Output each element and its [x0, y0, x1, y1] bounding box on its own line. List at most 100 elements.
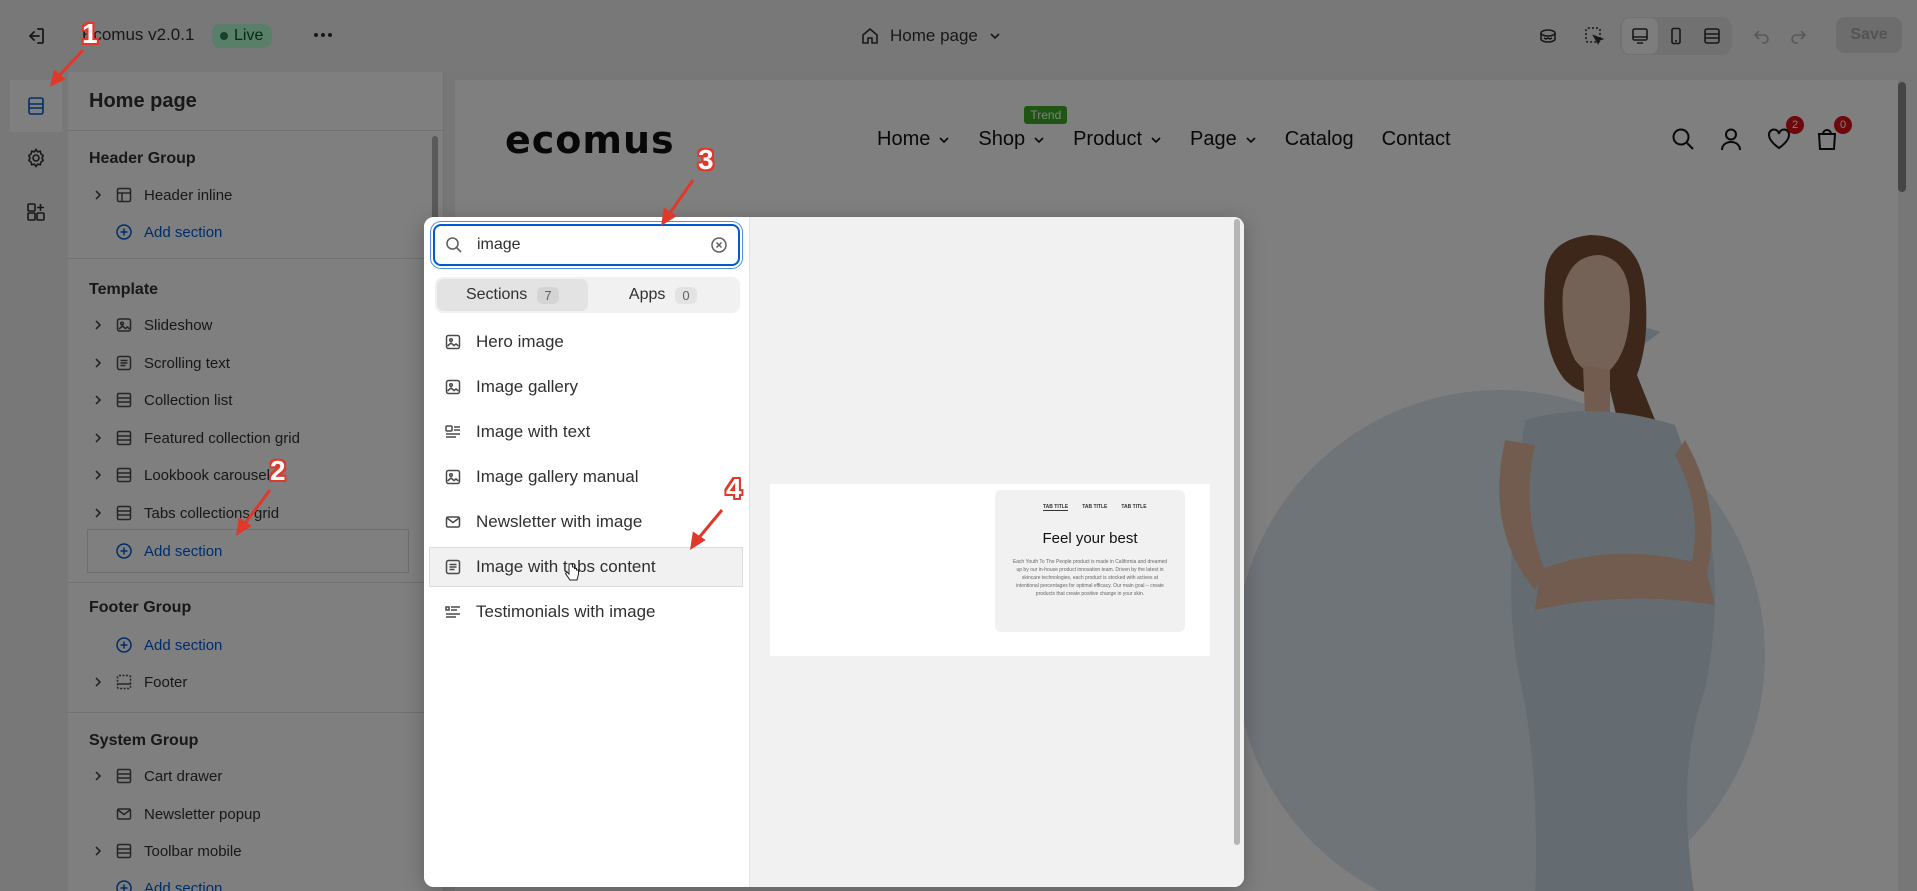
- nav-product[interactable]: Product: [1073, 128, 1162, 151]
- option-image-gallery-manual[interactable]: Image gallery manual: [430, 458, 742, 496]
- nav-contact[interactable]: Contact: [1382, 128, 1451, 151]
- plus-circle-icon: [114, 222, 134, 242]
- option-image-with-tabs-content[interactable]: Image with tabs content: [430, 548, 742, 586]
- option-image-with-text[interactable]: Image with text: [430, 413, 742, 451]
- add-section-label: Add section: [144, 879, 223, 891]
- template-group-title: Template: [89, 281, 159, 298]
- chevron-right-icon[interactable]: [88, 390, 108, 410]
- section-slideshow[interactable]: Slideshow: [88, 307, 412, 343]
- app-embeds-rail-button[interactable]: [10, 186, 62, 238]
- add-section-header[interactable]: Add section: [88, 214, 412, 250]
- section-cart-drawer[interactable]: Cart drawer: [88, 758, 412, 794]
- nav-home[interactable]: Home: [877, 128, 950, 151]
- section-collection-list[interactable]: Collection list: [88, 382, 412, 418]
- chevron-right-icon[interactable]: [88, 465, 108, 485]
- store-logo[interactable]: ecomus: [505, 118, 675, 162]
- nav-catalog[interactable]: Catalog: [1285, 128, 1354, 151]
- wishlist-icon[interactable]: 2: [1766, 116, 1804, 152]
- account-icon[interactable]: [1718, 126, 1744, 152]
- section-label: Footer: [144, 673, 188, 691]
- section-icon: [114, 465, 134, 485]
- popover-scrollbar[interactable]: [1234, 219, 1240, 845]
- section-newsletter-popup[interactable]: Newsletter popup: [88, 796, 412, 832]
- chevron-right-icon[interactable]: [88, 841, 108, 861]
- nav-label: Home: [877, 128, 931, 150]
- sections-rail-button[interactable]: [10, 80, 62, 132]
- plus-circle-icon: [114, 878, 134, 891]
- chevron-right-icon[interactable]: [88, 185, 108, 205]
- nav-shop[interactable]: Trend Shop: [978, 106, 1068, 151]
- option-testimonials-with-image[interactable]: Testimonials with image: [430, 593, 742, 631]
- option-label: Newsletter with image: [476, 512, 643, 531]
- section-label: Header inline: [144, 186, 233, 204]
- plus-circle-icon: [114, 541, 134, 561]
- cart-count: 0: [1834, 116, 1852, 134]
- chevron-right-icon[interactable]: [88, 766, 108, 786]
- mail-icon: [445, 516, 461, 528]
- apps-icon: [27, 203, 45, 221]
- divider: [68, 130, 443, 131]
- theme-title: Ecomus v2.0.1: [82, 25, 195, 44]
- device-toggle: [1620, 17, 1732, 55]
- preview-tab: TAB TITLE: [1082, 504, 1108, 510]
- chevron-right-icon[interactable]: [88, 315, 108, 335]
- sections-sidebar: Home page Header Group Header inline Add…: [68, 72, 444, 891]
- section-featured-collection-grid[interactable]: Featured collection grid: [88, 420, 412, 456]
- section-toolbar-mobile[interactable]: Toolbar mobile: [88, 833, 412, 869]
- add-section-system[interactable]: Add section: [88, 870, 412, 891]
- page-selector-label: Home page: [890, 26, 978, 45]
- tab-sections[interactable]: Sections 7: [437, 279, 588, 311]
- system-group-title: System Group: [89, 732, 199, 749]
- divider: [68, 712, 443, 713]
- page-selector[interactable]: Home page: [860, 22, 1002, 50]
- image-text-icon: [445, 425, 460, 438]
- section-picker-list: Sections 7 Apps 0 Hero image Image gallery…: [424, 217, 749, 887]
- option-hero-image[interactable]: Hero image: [430, 323, 742, 361]
- nav-label: Shop: [978, 128, 1026, 150]
- search-icon[interactable]: [1670, 126, 1696, 152]
- option-image-gallery[interactable]: Image gallery: [430, 368, 742, 406]
- clear-search-icon[interactable]: [710, 236, 728, 254]
- save-button[interactable]: Save: [1836, 17, 1902, 53]
- section-footer[interactable]: Footer: [88, 664, 412, 700]
- live-dot-icon: [220, 32, 228, 40]
- section-tabs-collections-grid[interactable]: Tabs collections grid: [88, 495, 412, 531]
- gear-icon: [27, 148, 45, 168]
- live-badge: Live: [212, 24, 273, 48]
- cart-icon[interactable]: 0: [1814, 116, 1852, 152]
- select-element-icon[interactable]: [1576, 18, 1612, 54]
- option-newsletter-with-image[interactable]: Newsletter with image: [430, 503, 742, 541]
- add-section-template[interactable]: Add section: [88, 530, 408, 572]
- tab-apps[interactable]: Apps 0: [588, 279, 739, 311]
- inspector-icon[interactable]: [1530, 18, 1566, 54]
- exit-icon[interactable]: [24, 24, 48, 48]
- section-search-input[interactable]: [477, 236, 687, 254]
- chevron-right-icon[interactable]: [88, 503, 108, 523]
- mobile-view-icon[interactable]: [1658, 18, 1694, 54]
- nav-page[interactable]: Page: [1190, 128, 1257, 151]
- preview-scrollbar[interactable]: [1898, 82, 1906, 192]
- option-label: Image with text: [476, 422, 591, 441]
- redo-icon[interactable]: [1780, 18, 1816, 54]
- chevron-right-icon[interactable]: [88, 672, 108, 692]
- chevron-down-icon: [988, 29, 1002, 43]
- desktop-view-icon[interactable]: [1622, 18, 1658, 54]
- store-nav: Home Trend Shop Product Page Catalog Cont…: [877, 106, 1451, 151]
- preview-tab: TAB TITLE: [1121, 504, 1147, 510]
- add-section-label: Add section: [144, 542, 223, 560]
- theme-settings-rail-button[interactable]: [10, 132, 62, 184]
- undo-icon[interactable]: [1744, 18, 1780, 54]
- add-section-footer[interactable]: Add section: [88, 627, 412, 663]
- section-lookbook-carousel[interactable]: Lookbook carousel: [88, 457, 412, 493]
- section-search-field[interactable]: [433, 224, 740, 266]
- section-header-inline[interactable]: Header inline: [88, 177, 412, 213]
- more-actions-icon[interactable]: [310, 22, 336, 48]
- fullscreen-view-icon[interactable]: [1694, 18, 1730, 54]
- option-label: Image gallery: [476, 377, 579, 396]
- chevron-down-icon: [1151, 136, 1161, 143]
- chevron-right-icon[interactable]: [88, 353, 108, 373]
- section-icon: [114, 428, 134, 448]
- footer-group-title: Footer Group: [89, 599, 192, 616]
- chevron-right-icon[interactable]: [88, 428, 108, 448]
- section-scrolling-text[interactable]: Scrolling text: [88, 345, 412, 381]
